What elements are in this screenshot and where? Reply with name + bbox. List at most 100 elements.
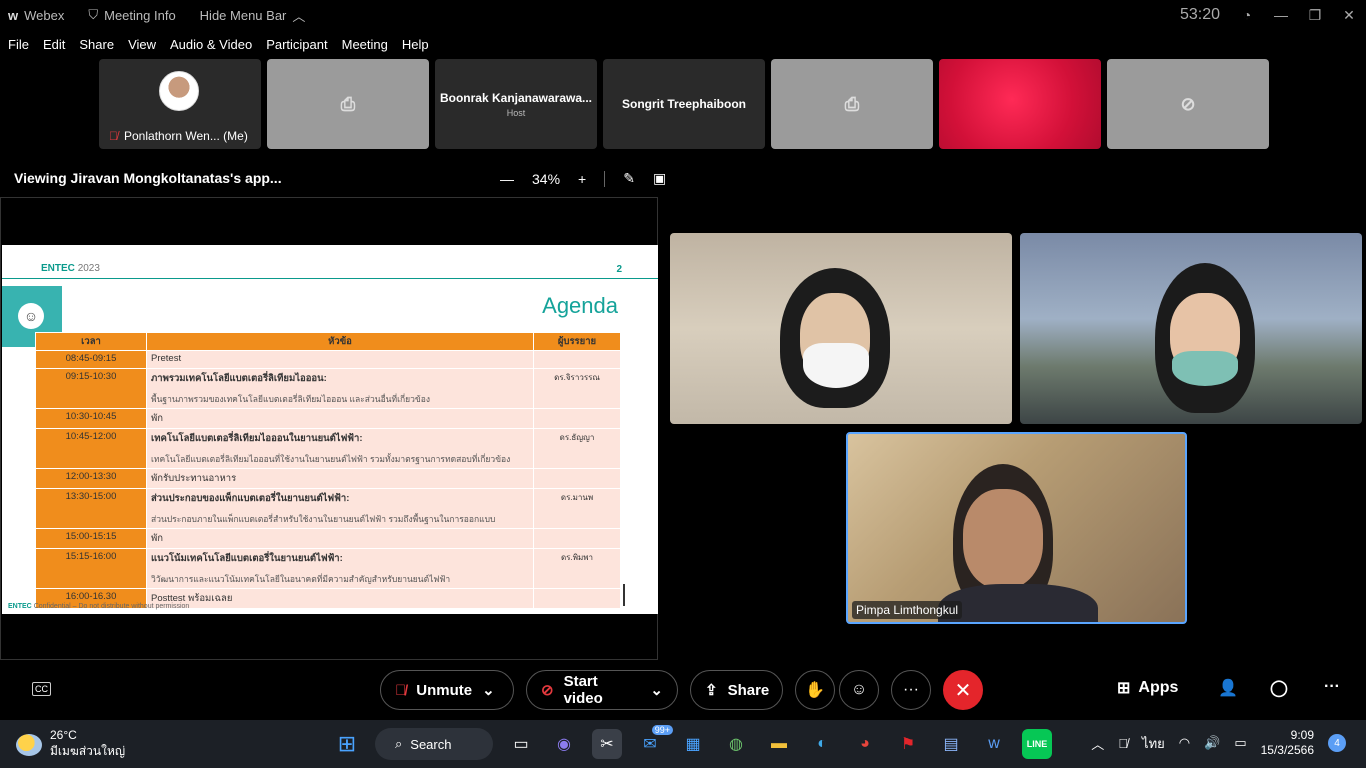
topic-cell: ส่วนประกอบของแพ็กแบตเตอรี่ในยานยนต์ไฟฟ้า… bbox=[146, 488, 534, 529]
table-row: 10:45-12:00 เทคโนโลยีแบตเตอรี่ลิเทียมไออ… bbox=[35, 428, 621, 469]
share-button[interactable]: ⇪ Share bbox=[690, 670, 783, 710]
chat-button[interactable]: ◯ bbox=[1270, 678, 1288, 698]
menu-meeting[interactable]: Meeting bbox=[342, 37, 388, 52]
menu-bar: File Edit Share View Audio & Video Parti… bbox=[0, 32, 443, 56]
time-cell: 08:45-09:15 bbox=[35, 350, 147, 369]
snipping-tool-icon[interactable]: ✂ bbox=[592, 729, 622, 759]
shield-icon: ⛉ bbox=[88, 7, 99, 22]
panel-more-button[interactable]: ··· bbox=[1324, 678, 1340, 696]
webex-logo-icon: ᴡ bbox=[8, 7, 19, 23]
display-icon[interactable]: ▣ bbox=[653, 170, 666, 187]
windows-start-icon[interactable]: ⊞ bbox=[332, 729, 362, 759]
speaker-cell bbox=[533, 408, 621, 429]
table-row: 13:30-15:00 ส่วนประกอบของแพ็กแบตเตอรี่ใน… bbox=[35, 488, 621, 529]
participant-tile[interactable]: ⎙ bbox=[267, 59, 429, 149]
zoom-toolbar: — 34% + ✎ ▣ bbox=[500, 170, 666, 187]
raise-hand-button[interactable]: ✋ bbox=[795, 670, 835, 710]
participant-tile[interactable]: ⊘ bbox=[1107, 59, 1269, 149]
video-tile[interactable] bbox=[670, 233, 1012, 424]
muted-mic-icon[interactable]: 🎙̸ bbox=[1118, 736, 1128, 751]
table-row: 15:15-16:00 แนวโน้มเทคโนโลยีแบตเตอรี่ในย… bbox=[35, 548, 621, 589]
menu-audio-video[interactable]: Audio & Video bbox=[170, 37, 252, 52]
minimize-button[interactable]: — bbox=[1264, 7, 1298, 23]
chrome-browser-icon[interactable]: ◕ bbox=[850, 729, 880, 759]
restore-button[interactable]: ❐ bbox=[1298, 7, 1332, 24]
smiley-icon: ☺ bbox=[850, 681, 868, 698]
participants-panel-button[interactable]: 👤 bbox=[1218, 678, 1238, 698]
wifi-icon[interactable]: ◠ bbox=[1179, 735, 1190, 751]
participants-icon: 👤 bbox=[1218, 680, 1238, 697]
weather-widget[interactable]: 26°C มีเมฆส่วนใหญ่ bbox=[16, 728, 125, 761]
zoom-out-button[interactable]: — bbox=[500, 171, 514, 187]
hide-menu-label: Hide Menu Bar bbox=[199, 7, 287, 23]
webex-app-icon[interactable]: ᴡ bbox=[979, 729, 1009, 759]
speaker-cell: ดร.พิมพา bbox=[533, 548, 621, 589]
participant-name: Songrit Treephaiboon bbox=[621, 97, 746, 111]
unmute-button[interactable]: 🎙̸ Unmute ⌄ bbox=[380, 670, 514, 710]
active-speaker-name: Pimpa Limthongkul bbox=[852, 601, 963, 619]
teams-chat-icon[interactable]: ◉ bbox=[549, 729, 579, 759]
input-language[interactable]: ไทย bbox=[1142, 733, 1165, 754]
topic-cell: ภาพรวมเทคโนโลยีแบตเตอรี่ลิเทียมไอออน: พื้… bbox=[146, 368, 534, 409]
close-window-button[interactable]: ✕ bbox=[1332, 7, 1366, 24]
captions-button[interactable]: CC bbox=[32, 682, 51, 696]
taskbar-apps: ⊞ ⌕ Search ▭ ◉ ✂ ✉ 99+ ▦ ◍ ▬ ◐ ◕ ⚑ ▤ ᴡ LI… bbox=[332, 725, 1052, 760]
menu-participant[interactable]: Participant bbox=[266, 37, 327, 52]
speaker-cell: ดร.มานพ bbox=[533, 488, 621, 529]
participant-tile-songrit[interactable]: Songrit Treephaiboon bbox=[603, 59, 765, 149]
speaker-icon[interactable]: 🔊 bbox=[1204, 735, 1220, 751]
meeting-info-button[interactable]: ⛉ Meeting Info bbox=[88, 7, 175, 23]
end-meeting-button[interactable]: ✕ bbox=[943, 670, 983, 710]
notification-badge[interactable]: 4 bbox=[1328, 734, 1346, 752]
menu-share[interactable]: Share bbox=[79, 37, 114, 52]
hide-menu-bar-button[interactable]: Hide Menu Bar ︿ bbox=[200, 6, 306, 25]
host-badge: Host bbox=[506, 107, 526, 118]
menu-help[interactable]: Help bbox=[402, 37, 429, 52]
avatar bbox=[159, 71, 199, 111]
slide-cursor-mark bbox=[623, 584, 625, 606]
taskbar-search[interactable]: ⌕ Search bbox=[375, 728, 493, 760]
mail-badge: 99+ bbox=[651, 725, 673, 735]
start-video-button[interactable]: ⊘ Start video ⌄ bbox=[526, 670, 678, 710]
topic-cell: เทคโนโลยีแบตเตอรี่ลิเทียมไอออนในยานยนต์ไ… bbox=[146, 428, 534, 469]
speaker-cell bbox=[533, 588, 621, 609]
unmute-label: Unmute bbox=[416, 681, 473, 699]
edge-browser-icon[interactable]: ◐ bbox=[807, 729, 837, 759]
calendar-icon[interactable]: ▦ bbox=[678, 729, 708, 759]
globe-icon[interactable]: ◍ bbox=[721, 729, 751, 759]
participant-tile-host[interactable]: Boonrak Kanjanawarawa... Host bbox=[435, 59, 597, 149]
chevron-down-icon[interactable]: ⌄ bbox=[650, 681, 663, 699]
video-tile[interactable] bbox=[1020, 233, 1362, 424]
menu-edit[interactable]: Edit bbox=[43, 37, 65, 52]
annotate-icon[interactable]: ✎ bbox=[623, 170, 635, 187]
more-options-button[interactable]: ··· bbox=[891, 670, 931, 710]
system-clock[interactable]: 9:09 15/3/2566 bbox=[1261, 728, 1314, 758]
participant-tile-me[interactable]: 🎙̸ Ponlathorn Wen... (Me) bbox=[99, 59, 261, 149]
stats-icon[interactable]: ◔ bbox=[1230, 7, 1264, 23]
meeting-timer: 53:20 bbox=[1179, 6, 1220, 23]
battery-icon[interactable]: ▭ bbox=[1234, 735, 1246, 751]
windows-taskbar: 26°C มีเมฆส่วนใหญ่ ⊞ ⌕ Search ▭ ◉ ✂ ✉ 99+… bbox=[0, 720, 1366, 768]
speaker-cell bbox=[533, 350, 621, 369]
participant-tile[interactable]: ⎙ bbox=[771, 59, 933, 149]
apps-button[interactable]: ⊞ Apps bbox=[1117, 678, 1178, 698]
pdf-reader-icon[interactable]: ⚑ bbox=[893, 729, 923, 759]
task-view-icon[interactable]: ▭ bbox=[506, 729, 536, 759]
file-explorer-icon[interactable]: ▬ bbox=[764, 729, 794, 759]
menu-view[interactable]: View bbox=[128, 37, 156, 52]
mail-icon[interactable]: ✉ 99+ bbox=[635, 725, 673, 759]
chevron-up-icon[interactable]: ︿ bbox=[1091, 734, 1104, 753]
calculator-icon[interactable]: ▤ bbox=[936, 729, 966, 759]
menu-file[interactable]: File bbox=[8, 37, 29, 52]
line-app-icon[interactable]: LINE bbox=[1022, 729, 1052, 759]
speaker-cell: ดร.ธัญญา bbox=[533, 428, 621, 469]
shared-content-area[interactable]: ENTEC 2023 2 ☺ Agenda เวลา หัวข้อ ผู้บรร… bbox=[0, 197, 658, 660]
participant-tile-video[interactable] bbox=[939, 59, 1101, 149]
zoom-in-button[interactable]: + bbox=[578, 171, 586, 187]
chevron-down-icon[interactable]: ⌄ bbox=[482, 681, 495, 699]
video-person-mask bbox=[1172, 351, 1238, 386]
apps-icon: ⊞ bbox=[1117, 680, 1131, 697]
column-header: เวลา bbox=[35, 332, 147, 351]
active-speaker-video-tile[interactable]: Pimpa Limthongkul bbox=[846, 432, 1187, 624]
reactions-button[interactable]: ☺ bbox=[839, 670, 879, 710]
